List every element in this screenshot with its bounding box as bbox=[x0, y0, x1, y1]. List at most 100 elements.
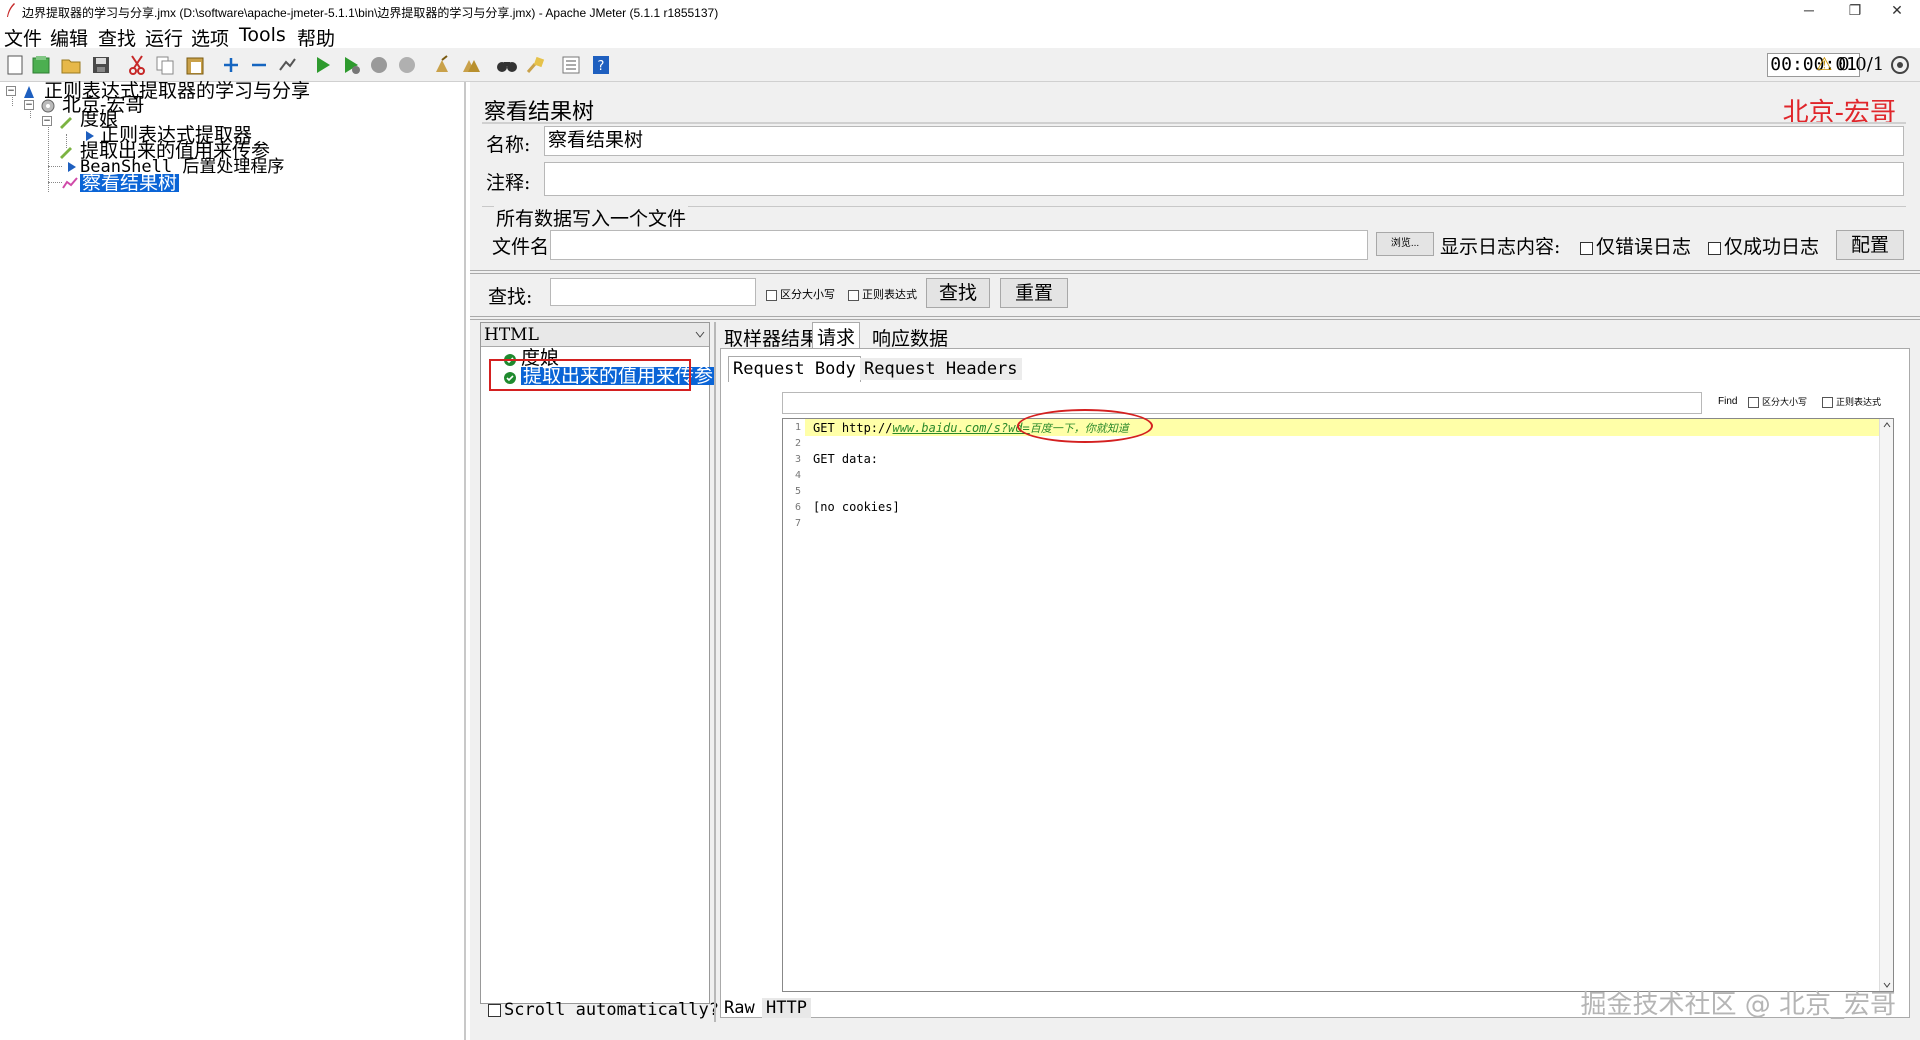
name-label: 名称: bbox=[486, 134, 531, 156]
postprocessor-icon bbox=[68, 162, 76, 172]
find-case-checkbox[interactable]: 区分大小写 bbox=[1748, 395, 1807, 409]
title-bar: 边界提取器的学习与分享.jmx (D:\software\apache-jmet… bbox=[0, 0, 1920, 22]
loggers-icon[interactable] bbox=[1890, 55, 1910, 75]
cut-icon[interactable] bbox=[126, 54, 148, 76]
scroll-auto-checkbox[interactable]: Scroll automatically? bbox=[488, 1000, 719, 1020]
line-number: 1 bbox=[794, 422, 801, 433]
request-body-editor[interactable]: 1 2 3 4 5 6 7 GET http://www.baidu.com/s… bbox=[782, 409, 1894, 992]
templates-icon[interactable] bbox=[30, 54, 52, 76]
filename-field[interactable] bbox=[550, 230, 1368, 260]
tab-request[interactable]: 请求 bbox=[812, 322, 861, 349]
pencil-icon bbox=[60, 117, 72, 129]
find-regex-checkbox[interactable]: 正则表达式 bbox=[1822, 395, 1881, 409]
help-icon[interactable]: ? bbox=[590, 54, 612, 76]
editor-scrollbar[interactable] bbox=[1879, 419, 1893, 991]
thread-counts: 0 0/1 bbox=[1838, 54, 1885, 75]
save-icon[interactable] bbox=[90, 54, 112, 76]
errors-only-checkbox[interactable]: 仅错误日志 bbox=[1580, 232, 1691, 259]
gear-icon bbox=[41, 99, 55, 113]
menu-tools[interactable]: Tools bbox=[239, 24, 286, 46]
success-only-checkbox[interactable]: 仅成功日志 bbox=[1708, 232, 1819, 259]
menu-file[interactable]: 文件 bbox=[4, 24, 42, 51]
configure-button[interactable]: 配置 bbox=[1836, 230, 1904, 260]
comment-field[interactable] bbox=[544, 162, 1904, 196]
results-list: HTML 度娘 提取出来的值用来传参 bbox=[480, 322, 716, 1004]
copy-icon[interactable] bbox=[154, 54, 176, 76]
collapse-all-icon[interactable] bbox=[248, 54, 270, 76]
search-binoculars-icon[interactable] bbox=[496, 54, 518, 76]
warning-icon[interactable]: ⚠ bbox=[1816, 54, 1832, 75]
search-input[interactable] bbox=[550, 278, 756, 306]
toolbar: ? 00:00:01 ⚠ 0 0/1 bbox=[0, 48, 1920, 82]
paste-icon[interactable] bbox=[184, 54, 206, 76]
reset-button[interactable]: 重置 bbox=[1000, 278, 1068, 308]
find-button[interactable]: 查找 bbox=[926, 278, 990, 308]
line-number: 3 bbox=[794, 454, 801, 465]
toggle-icon[interactable] bbox=[276, 54, 298, 76]
clear-all-icon[interactable] bbox=[460, 54, 482, 76]
new-icon[interactable] bbox=[4, 54, 26, 76]
restore-button[interactable]: ❐ bbox=[1832, 0, 1878, 22]
menu-help[interactable]: 帮助 bbox=[297, 24, 335, 51]
menu-search[interactable]: 查找 bbox=[98, 24, 136, 51]
log-content-label: 显示日志内容: bbox=[1440, 236, 1561, 258]
tab-http[interactable]: HTTP bbox=[762, 998, 811, 1018]
stop-icon[interactable] bbox=[368, 54, 390, 76]
minimize-button[interactable]: ─ bbox=[1786, 0, 1832, 22]
reset-search-icon[interactable] bbox=[524, 54, 546, 76]
vertical-splitter[interactable] bbox=[714, 322, 716, 1022]
find-input[interactable] bbox=[782, 392, 1702, 414]
open-icon[interactable] bbox=[60, 54, 82, 76]
annotation-ellipse bbox=[1017, 409, 1153, 443]
request-url-link[interactable]: www.baidu.com/s?wd= bbox=[892, 421, 1029, 435]
watermark: 掘金技术社区 @ 北京_宏哥 bbox=[1580, 990, 1896, 1020]
subtab-request-headers[interactable]: Request Headers bbox=[860, 358, 1022, 380]
clear-icon[interactable] bbox=[432, 54, 454, 76]
line-number: 6 bbox=[794, 502, 801, 513]
code-line-3: GET data: bbox=[813, 452, 879, 466]
jmeter-feather-icon bbox=[7, 3, 15, 17]
chart-icon bbox=[62, 177, 78, 189]
splitter[interactable] bbox=[470, 270, 1920, 274]
line-number: 5 bbox=[794, 486, 801, 497]
menu-bar: 文件 编辑 查找 运行 选项 Tools 帮助 bbox=[0, 22, 1920, 51]
chevron-down-icon bbox=[695, 331, 705, 338]
find-label: Find bbox=[1718, 396, 1738, 407]
tree-view-results-tree[interactable]: 察看结果树 bbox=[80, 174, 180, 193]
filename-label: 文件名 bbox=[492, 236, 550, 258]
menu-run[interactable]: 运行 bbox=[145, 24, 183, 51]
test-plan-tree: − 正则表达式提取器的学习与分享 − 北京-宏哥 − 度娘 正则表达式提取器 提… bbox=[0, 82, 466, 1040]
tab-sampler-result[interactable]: 取样器结果 bbox=[720, 324, 823, 351]
menu-edit[interactable]: 编辑 bbox=[50, 24, 88, 51]
code-line-6: [no cookies] bbox=[813, 500, 900, 514]
svg-text:?: ? bbox=[598, 59, 605, 74]
splitter[interactable] bbox=[470, 316, 1920, 320]
test-plan-icon bbox=[24, 86, 34, 98]
expand-all-icon[interactable] bbox=[220, 54, 242, 76]
browse-button[interactable]: 浏览... bbox=[1376, 232, 1434, 256]
subtab-request-body[interactable]: Request Body bbox=[728, 356, 861, 382]
line-number: 4 bbox=[794, 470, 801, 481]
pencil-icon bbox=[60, 147, 72, 159]
line-number: 2 bbox=[794, 438, 801, 449]
regex-checkbox[interactable]: 正则表达式 bbox=[848, 286, 917, 302]
renderer-select[interactable]: HTML bbox=[481, 323, 709, 347]
function-helper-icon[interactable] bbox=[560, 54, 582, 76]
close-button[interactable]: ✕ bbox=[1874, 0, 1920, 22]
file-section-title: 所有数据写入一个文件 bbox=[494, 204, 689, 231]
sampler-expander[interactable]: − bbox=[42, 116, 52, 126]
case-sensitive-checkbox[interactable]: 区分大小写 bbox=[766, 286, 835, 302]
chevron-up-icon[interactable] bbox=[1883, 422, 1891, 428]
shutdown-icon[interactable] bbox=[396, 54, 418, 76]
tab-raw[interactable]: Raw bbox=[720, 998, 759, 1018]
root-expander[interactable]: − bbox=[6, 86, 16, 96]
start-no-pause-icon[interactable] bbox=[340, 54, 362, 76]
menu-options[interactable]: 选项 bbox=[191, 24, 229, 51]
thread-group-expander[interactable]: − bbox=[24, 100, 34, 110]
tab-response-data[interactable]: 响应数据 bbox=[868, 324, 952, 351]
name-field[interactable]: 察看结果树 bbox=[544, 126, 1904, 156]
start-icon[interactable] bbox=[312, 54, 334, 76]
search-label: 查找: bbox=[488, 286, 533, 308]
annotation-box bbox=[489, 359, 691, 391]
window-title: 边界提取器的学习与分享.jmx (D:\software\apache-jmet… bbox=[22, 6, 719, 20]
